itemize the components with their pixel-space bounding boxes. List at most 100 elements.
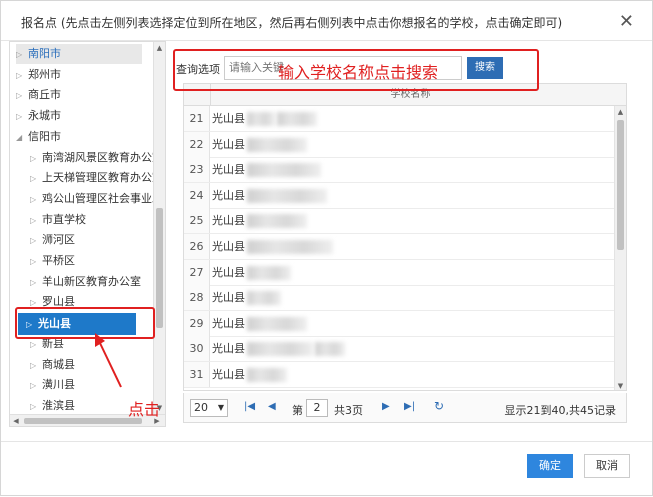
tree-item-label: 上天梯管理区教育办公室 xyxy=(42,171,155,185)
school-name-text: 光山县 xyxy=(212,112,245,125)
last-page-icon[interactable]: ▶| xyxy=(404,401,415,412)
page-size-select[interactable]: 20 ▼ xyxy=(190,399,228,417)
tree-item[interactable]: ▷ 郑州市 xyxy=(16,65,155,85)
page-prefix: 第 xyxy=(292,404,303,417)
table-row[interactable]: 27 光山县 xyxy=(184,259,614,286)
tree-item[interactable]: ▷ 浉河区 xyxy=(30,230,155,250)
tree-item-label: 鸡公山管理区社会事业发 xyxy=(42,191,155,205)
expand-arrow-icon[interactable]: ▷ xyxy=(30,273,42,293)
expand-arrow-icon[interactable]: ▷ xyxy=(30,397,42,414)
tree-item[interactable]: ▷ 南阳市 xyxy=(16,44,142,64)
school-name-text: 光山县 xyxy=(212,188,245,202)
expand-arrow-icon[interactable]: ▷ xyxy=(30,169,42,189)
row-number: 21 xyxy=(184,106,210,131)
school-name-text: 光山县 xyxy=(212,342,245,356)
refresh-icon[interactable]: ↻ xyxy=(434,399,444,413)
expand-arrow-icon[interactable]: ▷ xyxy=(30,356,42,376)
school-name-cell[interactable]: 光山县 xyxy=(210,285,281,310)
tree-item-label: 南湾湖风景区教育办公室 xyxy=(42,150,155,164)
table-row[interactable]: 25 光山县 xyxy=(184,208,614,235)
scroll-left-icon[interactable]: ◀ xyxy=(10,415,22,426)
expand-arrow-icon[interactable]: ▷ xyxy=(30,149,42,169)
expand-arrow-icon[interactable]: ▷ xyxy=(16,107,28,127)
school-name-cell[interactable]: 光山县 xyxy=(210,234,333,259)
school-name-cell[interactable]: 光山县 xyxy=(210,260,291,285)
row-number: 29 xyxy=(184,310,210,336)
school-name-cell[interactable]: 光山县 xyxy=(210,157,321,182)
tree-item[interactable]: ▷ 鸡公山管理区社会事业发 xyxy=(30,189,155,209)
table-row[interactable]: 26 光山县 xyxy=(184,234,614,260)
tree-item-label: 浉河区 xyxy=(42,233,75,247)
school-name-text: 光山县 xyxy=(212,368,245,381)
expand-arrow-icon[interactable]: ◢ xyxy=(16,128,28,148)
school-panel: 查询选项 搜索 学校名称 21光山县22光山县23光山县24光山县25光山县26… xyxy=(176,41,636,427)
table-row[interactable]: 30 光山县 xyxy=(184,336,614,363)
scroll-up-icon[interactable]: ▲ xyxy=(615,106,626,118)
expand-arrow-icon[interactable]: ▷ xyxy=(16,86,28,106)
tree-item[interactable]: ▷ 永城市 xyxy=(16,106,155,126)
scroll-thumb[interactable] xyxy=(617,120,624,250)
region-tree: ▷ 南阳市 ▷ 郑州市 ▷ 商丘市 ▷ 永城市 ◢ 信阳市 ▷ 南湾湖风景区教育办公室 ▷ 上天梯管理区教… xyxy=(9,41,166,427)
table-row[interactable]: 24 光山县 xyxy=(184,182,614,209)
table-row[interactable]: 29 光山县 xyxy=(184,310,614,337)
row-number: 22 xyxy=(184,131,210,157)
school-name-cell[interactable]: 光山县 xyxy=(210,132,307,157)
close-icon[interactable]: ✕ xyxy=(619,11,634,32)
school-name-cell[interactable]: 光山县 xyxy=(210,183,327,208)
school-name-cell[interactable]: 光山县 xyxy=(210,311,307,336)
expand-arrow-icon[interactable]: ▷ xyxy=(16,45,28,65)
redacted-text xyxy=(247,342,313,357)
table-row[interactable]: 23 光山县 xyxy=(184,157,614,184)
cancel-button[interactable]: 取消 xyxy=(584,454,630,478)
tree-item[interactable]: ▷ 南湾湖风景区教育办公室 xyxy=(30,148,155,168)
tree-item[interactable]: ▷ 上天梯管理区教育办公室 xyxy=(30,168,155,188)
dialog-title: 报名点 (先点击左侧列表选择定位到所在地区，然后再右侧列表中点击你想报名的学校，… xyxy=(21,16,563,30)
expand-arrow-icon[interactable]: ▷ xyxy=(30,231,42,251)
scroll-down-icon[interactable]: ▼ xyxy=(615,380,626,390)
expand-arrow-icon[interactable]: ▷ xyxy=(30,252,42,272)
school-name-text: 光山县 xyxy=(212,214,245,228)
school-name-cell[interactable]: 光山县 xyxy=(210,336,345,361)
expand-arrow-icon[interactable]: ▷ xyxy=(30,211,42,231)
expand-arrow-icon[interactable]: ▷ xyxy=(30,376,42,396)
confirm-button[interactable]: 确定 xyxy=(527,454,573,478)
scroll-thumb[interactable] xyxy=(24,418,142,424)
table-row[interactable]: 22 光山县 xyxy=(184,131,614,158)
table-row[interactable]: 31 光山县 xyxy=(184,362,614,388)
record-info: 显示21到40,共45记录 xyxy=(504,404,617,417)
prev-page-icon[interactable]: ◀ xyxy=(268,401,276,412)
scroll-thumb[interactable] xyxy=(156,208,163,328)
table-row[interactable]: 28 光山县 xyxy=(184,285,614,312)
tree-item[interactable]: ▷ 平桥区 xyxy=(30,251,155,271)
tree-item-label: 淮滨县 xyxy=(42,398,75,412)
region-tree-list: ▷ 南阳市 ▷ 郑州市 ▷ 商丘市 ▷ 永城市 ◢ 信阳市 ▷ 南湾湖风景区教育办公室 ▷ 上天梯管理区教… xyxy=(10,42,155,414)
expand-arrow-icon[interactable]: ▷ xyxy=(16,66,28,86)
tree-item[interactable]: ◢ 信阳市 xyxy=(16,127,155,147)
chevron-down-icon: ▼ xyxy=(217,403,224,412)
tree-item-label: 南阳市 xyxy=(28,47,61,60)
school-name-cell[interactable]: 光山县 xyxy=(210,208,307,233)
tree-item[interactable]: ▷ 商丘市 xyxy=(16,85,155,105)
row-number: 26 xyxy=(184,234,210,259)
tree-item[interactable]: ▷ 市直学校 xyxy=(30,210,155,230)
tree-item[interactable]: ▷ 羊山新区教育办公室 xyxy=(30,272,155,292)
scroll-up-icon[interactable]: ▲ xyxy=(154,42,165,54)
first-page-icon[interactable]: |◀ xyxy=(244,401,255,412)
school-name-cell[interactable]: 光山县 xyxy=(210,106,317,131)
tree-vertical-scrollbar[interactable]: ▲ ▼ xyxy=(153,42,165,414)
school-name-text: 光山县 xyxy=(212,291,245,305)
dialog-footer: 确定 取消 xyxy=(1,441,652,497)
table-row[interactable]: 21 光山县 xyxy=(184,106,614,132)
click-annotation-text: 点击 xyxy=(128,400,161,419)
school-name-cell[interactable]: 光山县 xyxy=(210,362,287,387)
row-number: 27 xyxy=(184,259,210,285)
redacted-text xyxy=(247,188,327,203)
expand-arrow-icon[interactable]: ▷ xyxy=(30,190,42,210)
pagination-bar: 20 ▼ |◀ ◀ 第 2 共3页 ▶ ▶| ↻ 显示21到40,共45记录 xyxy=(183,393,627,423)
tree-item-label: 商丘市 xyxy=(28,88,61,102)
school-grid: 学校名称 21 光山县 22 光山县 23 光山县 24 光山县 25 光山县 26 光山县 27 光山县… xyxy=(183,83,627,391)
next-page-icon[interactable]: ▶ xyxy=(382,401,390,412)
redacted-text xyxy=(247,265,291,280)
grid-vertical-scrollbar[interactable]: ▲ ▼ xyxy=(614,106,626,390)
current-page-input[interactable]: 2 xyxy=(306,399,328,417)
